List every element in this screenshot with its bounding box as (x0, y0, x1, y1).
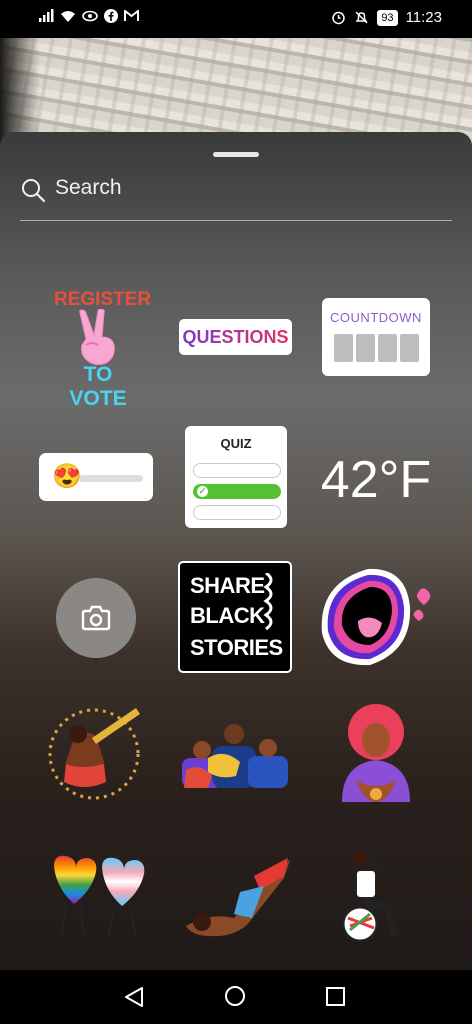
pride-hearts-sticker[interactable] (46, 852, 154, 942)
dancer-sticker[interactable] (180, 856, 294, 942)
stories-label: STORIES (190, 635, 283, 660)
quiz-option (193, 463, 281, 478)
share-black-stories-sticker[interactable]: SHARE BLACK STORIES (178, 561, 292, 673)
sticker-tray (0, 132, 472, 970)
battery-level: 93 (377, 9, 398, 26)
mute-icon (355, 11, 368, 24)
status-bar: 93 11:23 (0, 0, 472, 38)
countdown-digits (334, 334, 419, 362)
home-icon[interactable] (225, 986, 245, 1006)
search-icon (22, 179, 46, 203)
facebook-icon (104, 9, 118, 23)
status-right-icons: 93 11:23 (331, 9, 442, 26)
countdown-sticker[interactable]: COUNTDOWN (322, 298, 430, 376)
quiz-label: QUIZ (220, 436, 252, 451)
clock: 11:23 (405, 9, 442, 26)
heart-eyes-emoji: 😍 (52, 463, 82, 490)
search-input[interactable]: Search (55, 176, 122, 200)
system-nav-bar (0, 970, 472, 1024)
register-to-vote-sticker[interactable]: REGISTER TO VOTE (54, 287, 152, 410)
black-label: BLACK (190, 603, 265, 628)
quiz-option (193, 505, 281, 520)
questions-label: QUESTIONS (182, 326, 289, 347)
mouth-icon (321, 568, 431, 666)
camera-sticker[interactable] (56, 578, 136, 658)
status-left-icons (38, 9, 139, 23)
emoji-slider-sticker[interactable]: 😍 (39, 453, 153, 501)
back-icon[interactable] (122, 985, 146, 1009)
to-vote-label: TO VOTE (69, 363, 127, 410)
countdown-label: COUNTDOWN (330, 310, 422, 325)
wifi-icon (61, 10, 75, 22)
eye-icon (82, 10, 98, 22)
slider-track (79, 475, 143, 482)
alarm-icon (332, 11, 346, 25)
quiz-option-correct: ✓ (193, 484, 281, 499)
wave-icon (263, 573, 273, 631)
quiz-sticker[interactable]: QUIZ ✓ (185, 426, 287, 528)
group-portrait-sticker[interactable] (178, 718, 292, 790)
shouting-mouth-sticker[interactable] (318, 563, 436, 671)
temperature-sticker[interactable]: 42°F (320, 445, 432, 515)
recents-icon[interactable] (326, 987, 345, 1006)
search-bar[interactable]: Search (20, 172, 452, 221)
camera-icon (81, 605, 111, 631)
share-label: SHARE (190, 573, 265, 598)
gmail-icon (124, 10, 139, 21)
drag-handle[interactable] (213, 152, 259, 157)
questions-sticker[interactable]: QUESTIONS (179, 319, 292, 355)
woman-portrait-sticker[interactable] (326, 702, 426, 804)
check-icon: ✓ (197, 486, 208, 497)
peace-hand-icon (79, 309, 115, 365)
wheelchair-user-sticker[interactable] (338, 848, 412, 944)
trumpet-player-sticker[interactable] (44, 698, 148, 802)
signal-icon (39, 9, 54, 22)
register-label: REGISTER (54, 289, 152, 310)
